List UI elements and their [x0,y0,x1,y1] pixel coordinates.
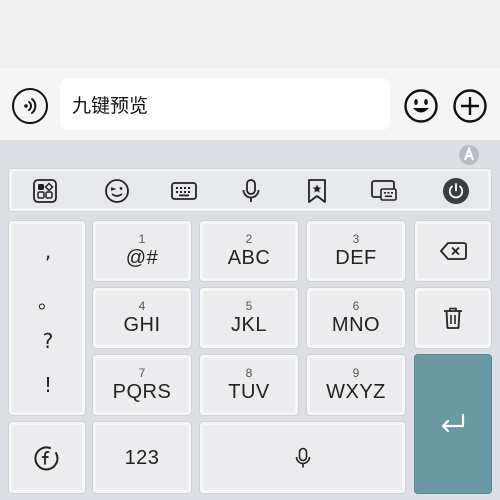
key-6[interactable]: 6 MNO [306,287,406,349]
keyboard-layout-button[interactable] [170,177,198,205]
trash-icon [444,307,462,329]
key-label: DEF [335,247,377,269]
key-number: 4 [138,299,146,313]
wink-emoji-icon [105,179,129,203]
backspace-key[interactable] [414,220,492,282]
clear-key[interactable] [414,287,492,349]
space-key[interactable] [199,421,406,494]
key-label: MNO [331,314,381,336]
key-number: 9 [352,366,360,380]
add-button[interactable] [452,88,488,124]
emoji-button[interactable] [403,88,439,124]
emoji-panel-button[interactable] [103,177,131,205]
input-text: 九键预览 [72,94,149,117]
voice-input-button[interactable] [12,88,48,124]
input-bar: 九键预览 [0,68,500,140]
enter-key[interactable] [414,354,492,494]
voice-input-icon [24,98,37,114]
punct-comma[interactable]: , [9,239,87,263]
key-number: 8 [245,366,253,380]
symbol-key[interactable] [8,421,86,494]
key-1[interactable]: 1 @# [92,220,192,282]
key-number: 2 [245,232,253,246]
backspace-icon [440,242,467,260]
key-label: TUV [228,381,270,403]
key-label: WXYZ [326,381,386,403]
microphone-icon [295,447,310,467]
key-9[interactable]: 9 WXYZ [306,354,406,416]
key-label: GHI [123,314,161,336]
key-2[interactable]: 2 ABC [199,220,299,282]
power-button[interactable] [442,177,470,205]
apps-button[interactable] [31,177,59,205]
key-label: JKL [231,314,267,336]
bookmark-star-icon [308,179,326,203]
symbol-circle-icon [34,445,59,470]
plus-icon [453,89,487,123]
key-number: 3 [352,232,360,246]
keyboard: , 。 ? ! 1 @# 2 ABC 3 DEF 4 GHI 5 JKL 6 M… [0,140,500,500]
text-input-field[interactable]: 九键预览 [60,78,390,130]
emoji-icon [404,89,438,123]
keyboard-switch-icon [371,180,397,201]
key-number: 1 [138,232,146,246]
key-4[interactable]: 4 GHI [92,287,192,349]
microphone-icon [242,179,260,202]
favorites-button[interactable] [303,177,331,205]
key-number: 7 [138,366,146,380]
enter-icon [441,413,465,433]
key-label: 123 [124,446,160,469]
punct-question[interactable]: ? [9,329,87,353]
keyboard-switch-button[interactable] [370,177,398,205]
keyboard-hint-icon[interactable] [458,144,480,166]
key-number: 5 [245,299,253,313]
number-key[interactable]: 123 [92,421,192,494]
voice-button[interactable] [237,177,265,205]
key-number: 6 [352,299,360,313]
punct-period[interactable]: 。 [9,285,87,314]
key-label: ABC [227,247,271,269]
key-5[interactable]: 5 JKL [199,287,299,349]
key-3[interactable]: 3 DEF [306,220,406,282]
keyboard-toolbar [8,168,492,212]
key-7[interactable]: 7 PQRS [92,354,192,416]
key-8[interactable]: 8 TUV [199,354,299,416]
punct-exclamation[interactable]: ! [9,373,87,397]
key-label: PQRS [112,381,172,403]
app-content-area [0,0,500,68]
key-label: @# [125,247,159,269]
keyboard-icon [171,182,197,200]
punctuation-column[interactable]: , 。 ? ! [8,220,86,416]
power-icon [443,178,469,204]
apps-icon [33,179,57,203]
